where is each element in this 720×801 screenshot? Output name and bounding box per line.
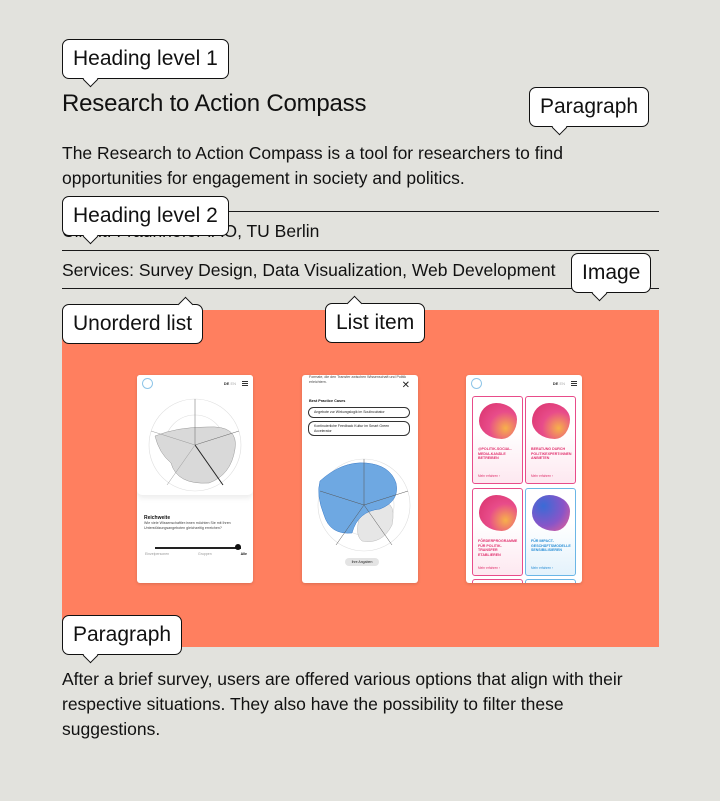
illustration-icon: [479, 403, 517, 439]
app-header: DE EN: [466, 375, 582, 391]
reach-slider[interactable]: [155, 547, 241, 549]
result-tile[interactable]: Für Impact-Geschäftsmodelle sensibilisie…: [525, 488, 576, 576]
result-tile-partial[interactable]: [472, 579, 523, 583]
project-image: DE EN Reichweite Wie viele Wissenschaftl…: [62, 310, 659, 647]
case-link[interactable]: Angebote zur Wirkungslogik im Soulincuba…: [308, 407, 410, 418]
question-text: Wie viele Wissenschaftler:innen möchten …: [144, 521, 231, 530]
more-link[interactable]: Mehr erfahren ›: [531, 474, 553, 478]
callout-paragraph: Paragraph: [529, 87, 650, 135]
result-tile[interactable]: Beratung durch Politikexpert:innen anbie…: [525, 396, 576, 484]
callout-list-item: List item: [325, 295, 426, 343]
result-tile[interactable]: @Politik-Social-Media-Kanäle betreiben M…: [472, 396, 523, 484]
result-tile-partial[interactable]: [525, 579, 576, 583]
radar-chart: [148, 398, 242, 492]
radar-chart-compare: [317, 458, 411, 552]
language-switch[interactable]: DE EN: [553, 381, 565, 386]
detail-text: Formate, die den Transfer zwischen Wisse…: [309, 375, 407, 384]
logo-icon: [142, 377, 153, 389]
menu-icon[interactable]: [571, 380, 577, 386]
slider-labels: Einzelpersonen Gruppen Alle: [145, 552, 247, 556]
slider-knob[interactable]: [235, 544, 241, 550]
callout-heading-level-1: Heading level 1: [62, 39, 229, 87]
menu-icon[interactable]: [242, 380, 248, 386]
result-tile[interactable]: Förderprogramme für Politik-Transfer eta…: [472, 488, 523, 576]
case-link[interactable]: Kontinuierliche Feedback Kultur im Smart…: [308, 421, 410, 436]
your-answers-button[interactable]: Ihre Angaben: [345, 558, 379, 566]
phone-screen-detail: Formate, die den Transfer zwischen Wisse…: [302, 375, 418, 583]
page-heading: Research to Action Compass: [62, 90, 367, 117]
logo-icon: [471, 377, 482, 389]
language-switch[interactable]: DE EN: [224, 381, 236, 386]
more-link[interactable]: Mehr erfahren ›: [478, 474, 500, 478]
outro-paragraph: After a brief survey, users are offered …: [62, 669, 623, 739]
phone-screen-results: DE EN @Politik-Social-Media-Kanäle betre…: [466, 375, 582, 583]
list-item-services: Services: Survey Design, Data Visualizat…: [62, 250, 659, 289]
illustration-icon: [532, 495, 570, 531]
best-practice-title: Best Practice Cases: [309, 399, 346, 403]
more-link[interactable]: Mehr erfahren ›: [478, 566, 500, 570]
radar-card: DE EN: [137, 375, 253, 495]
callout-paragraph-bottom: Paragraph: [62, 615, 183, 663]
callout-unordered-list: Unorderd list: [62, 296, 204, 344]
callout-heading-level-2: Heading level 2: [62, 196, 229, 244]
intro-paragraph: The Research to Action Compass is a tool…: [62, 143, 563, 188]
app-header: DE EN: [137, 375, 253, 391]
illustration-icon: [479, 495, 517, 531]
illustration-icon: [532, 403, 570, 439]
callout-image: Image: [571, 253, 652, 301]
phone-screen-survey: DE EN Reichweite Wie viele Wissenschaftl…: [137, 375, 253, 583]
close-icon[interactable]: ✕: [402, 381, 410, 391]
more-link[interactable]: Mehr erfahren ›: [531, 566, 553, 570]
